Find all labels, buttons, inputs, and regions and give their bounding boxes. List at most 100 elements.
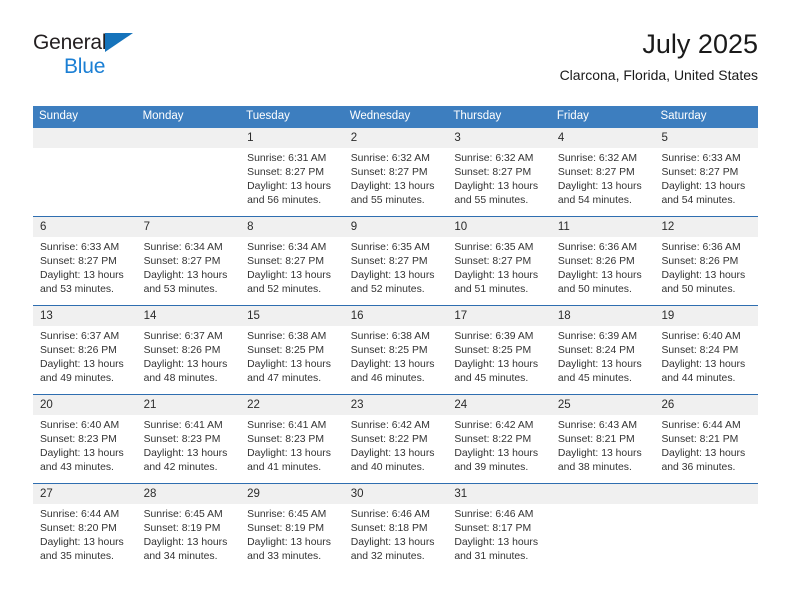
day-cell[interactable]: Sunrise: 6:41 AM Sunset: 8:23 PM Daylight:…: [137, 415, 241, 483]
day-number[interactable]: 23: [344, 395, 448, 415]
day-info-line: Sunrise: 6:32 AM: [454, 153, 534, 164]
day-number[interactable]: 24: [447, 395, 551, 415]
day-number[interactable]: 9: [344, 217, 448, 237]
day-cell[interactable]: Sunrise: 6:45 AM Sunset: 8:19 PM Daylight:…: [137, 504, 241, 572]
day-cell[interactable]: Sunrise: 6:37 AM Sunset: 8:26 PM Daylight:…: [137, 326, 241, 394]
day-info-line: and 44 minutes.: [661, 373, 736, 385]
day-info-line: Sunset: 8:26 PM: [143, 345, 221, 357]
day-of-week-header-sunday: Sunday: [39, 110, 79, 122]
calendar-grid: Sunday Monday Tuesday Wednesday Thursday Frid…: [33, 106, 758, 572]
day-info-line: Daylight: 13 hours: [350, 537, 435, 549]
day-number[interactable]: 10: [447, 217, 551, 237]
day-of-week-header-tuesday: Tuesday: [246, 110, 290, 122]
day-cell[interactable]: Sunrise: 6:46 AM Sunset: 8:17 PM Daylight:…: [447, 504, 551, 572]
day-cell[interactable]: Sunrise: 6:45 AM Sunset: 8:19 PM Daylight:…: [240, 504, 344, 572]
day-cell[interactable]: Sunrise: 6:35 AM Sunset: 8:27 PM Daylight:…: [344, 237, 448, 305]
day-number[interactable]: 6: [33, 217, 137, 237]
day-number[interactable]: 19: [654, 306, 758, 326]
day-info-line: Daylight: 13 hours: [247, 181, 331, 193]
day-cell[interactable]: Sunrise: 6:34 AM Sunset: 8:27 PM Daylight:…: [137, 237, 241, 305]
day-info-line: and 36 minutes.: [661, 462, 736, 474]
day-number[interactable]: 13: [33, 306, 137, 326]
calendar-week-row: 27 28 29 30 31 Sunrise: 6:44 AM Sunset: 8:20 P…: [33, 483, 758, 572]
day-cell[interactable]: Sunrise: 6:37 AM Sunset: 8:26 PM Daylight:…: [33, 326, 137, 394]
day-info-line: Sunrise: 6:45 AM: [143, 509, 223, 520]
day-number[interactable]: 7: [137, 217, 241, 237]
day-info-line: Sunset: 8:19 PM: [143, 523, 221, 535]
day-number[interactable]: 15: [240, 306, 344, 326]
day-cell[interactable]: Sunrise: 6:33 AM Sunset: 8:27 PM Daylight:…: [33, 237, 137, 305]
day-number[interactable]: 21: [137, 395, 241, 415]
day-cell[interactable]: Sunrise: 6:32 AM Sunset: 8:27 PM Daylight:…: [551, 148, 655, 216]
day-info-line: Sunrise: 6:35 AM: [350, 242, 430, 253]
day-info-line: Sunset: 8:19 PM: [247, 523, 324, 535]
day-info-line: Daylight: 13 hours: [557, 181, 642, 193]
day-cell[interactable]: Sunrise: 6:39 AM Sunset: 8:25 PM Daylight:…: [447, 326, 551, 394]
day-cell[interactable]: Sunrise: 6:36 AM Sunset: 8:26 PM Daylight:…: [551, 237, 655, 305]
day-number[interactable]: 29: [240, 484, 344, 504]
day-info-line: Sunset: 8:27 PM: [454, 167, 532, 179]
day-info-line: Sunrise: 6:40 AM: [40, 420, 120, 431]
day-cell[interactable]: Sunrise: 6:44 AM Sunset: 8:21 PM Daylight:…: [654, 415, 758, 483]
day-cell[interactable]: Sunrise: 6:42 AM Sunset: 8:22 PM Daylight:…: [344, 415, 448, 483]
day-cell[interactable]: Sunrise: 6:34 AM Sunset: 8:27 PM Daylight:…: [240, 237, 344, 305]
week-detail-band: Sunrise: 6:37 AM Sunset: 8:26 PM Daylight:…: [33, 326, 758, 394]
day-cell[interactable]: Sunrise: 6:31 AM Sunset: 8:27 PM Daylight:…: [240, 148, 344, 216]
day-number[interactable]: 30: [344, 484, 448, 504]
page-header: General Blue July 2025 Clarcona, Florida…: [33, 28, 758, 96]
day-info-line: Sunrise: 6:36 AM: [557, 242, 638, 253]
day-info-line: Sunset: 8:25 PM: [350, 345, 428, 357]
day-number[interactable]: 28: [137, 484, 241, 504]
day-number[interactable]: 17: [447, 306, 551, 326]
day-info-line: Sunrise: 6:44 AM: [661, 420, 741, 431]
day-info-line: Sunset: 8:23 PM: [247, 434, 324, 446]
day-cell[interactable]: Sunrise: 6:33 AM Sunset: 8:27 PM Daylight:…: [654, 148, 758, 216]
day-number[interactable]: 16: [344, 306, 448, 326]
day-number[interactable]: 25: [551, 395, 655, 415]
day-cell[interactable]: Sunrise: 6:32 AM Sunset: 8:27 PM Daylight:…: [344, 148, 448, 216]
day-number[interactable]: 31: [447, 484, 551, 504]
day-cell[interactable]: Sunrise: 6:40 AM Sunset: 8:24 PM Daylight:…: [654, 326, 758, 394]
day-cell[interactable]: Sunrise: 6:43 AM Sunset: 8:21 PM Daylight:…: [551, 415, 655, 483]
day-cell[interactable]: Sunrise: 6:38 AM Sunset: 8:25 PM Daylight:…: [344, 326, 448, 394]
day-number[interactable]: 4: [551, 128, 655, 148]
day-cell[interactable]: Sunrise: 6:39 AM Sunset: 8:24 PM Daylight:…: [551, 326, 655, 394]
day-cell[interactable]: Sunrise: 6:38 AM Sunset: 8:25 PM Daylight:…: [240, 326, 344, 394]
day-cell[interactable]: Sunrise: 6:42 AM Sunset: 8:22 PM Daylight:…: [447, 415, 551, 483]
day-number[interactable]: 2: [344, 128, 448, 148]
day-info-line: Sunrise: 6:34 AM: [247, 242, 327, 253]
day-cell-empty: [137, 148, 241, 216]
day-info-line: Sunset: 8:24 PM: [661, 345, 739, 357]
day-number[interactable]: 11: [551, 217, 655, 237]
day-cell[interactable]: Sunrise: 6:46 AM Sunset: 8:18 PM Daylight:…: [344, 504, 448, 572]
logo-blue-label: Blue: [64, 55, 106, 78]
week-date-number-band: 6 7 8 9 10 11 12: [33, 217, 758, 237]
day-cell[interactable]: Sunrise: 6:41 AM Sunset: 8:23 PM Daylight:…: [240, 415, 344, 483]
day-number[interactable]: 22: [240, 395, 344, 415]
day-number[interactable]: 3: [447, 128, 551, 148]
day-number[interactable]: 5: [654, 128, 758, 148]
day-number[interactable]: 26: [654, 395, 758, 415]
day-cell[interactable]: Sunrise: 6:44 AM Sunset: 8:20 PM Daylight:…: [33, 504, 137, 572]
day-info-line: Sunrise: 6:36 AM: [661, 242, 741, 253]
day-info-line: Sunset: 8:27 PM: [143, 256, 221, 268]
day-info-line: Sunrise: 6:37 AM: [143, 331, 223, 342]
day-info-line: Sunset: 8:22 PM: [454, 434, 532, 446]
day-number[interactable]: 27: [33, 484, 137, 504]
day-info-line: and 55 minutes.: [454, 195, 529, 207]
day-cell[interactable]: Sunrise: 6:36 AM Sunset: 8:26 PM Daylight:…: [654, 237, 758, 305]
day-number[interactable]: 14: [137, 306, 241, 326]
day-number[interactable]: 20: [33, 395, 137, 415]
day-info-line: and 52 minutes.: [247, 284, 322, 296]
day-info-line: and 43 minutes.: [40, 462, 114, 474]
day-number[interactable]: 8: [240, 217, 344, 237]
day-number[interactable]: 1: [240, 128, 344, 148]
day-cell[interactable]: Sunrise: 6:35 AM Sunset: 8:27 PM Daylight:…: [447, 237, 551, 305]
day-cell[interactable]: Sunrise: 6:40 AM Sunset: 8:23 PM Daylight:…: [33, 415, 137, 483]
day-info-line: Daylight: 13 hours: [40, 359, 124, 371]
day-number[interactable]: 12: [654, 217, 758, 237]
day-number[interactable]: 18: [551, 306, 655, 326]
day-info-line: Daylight: 13 hours: [350, 448, 435, 460]
logo-text-general: General: [33, 32, 233, 53]
day-cell[interactable]: Sunrise: 6:32 AM Sunset: 8:27 PM Daylight:…: [447, 148, 551, 216]
